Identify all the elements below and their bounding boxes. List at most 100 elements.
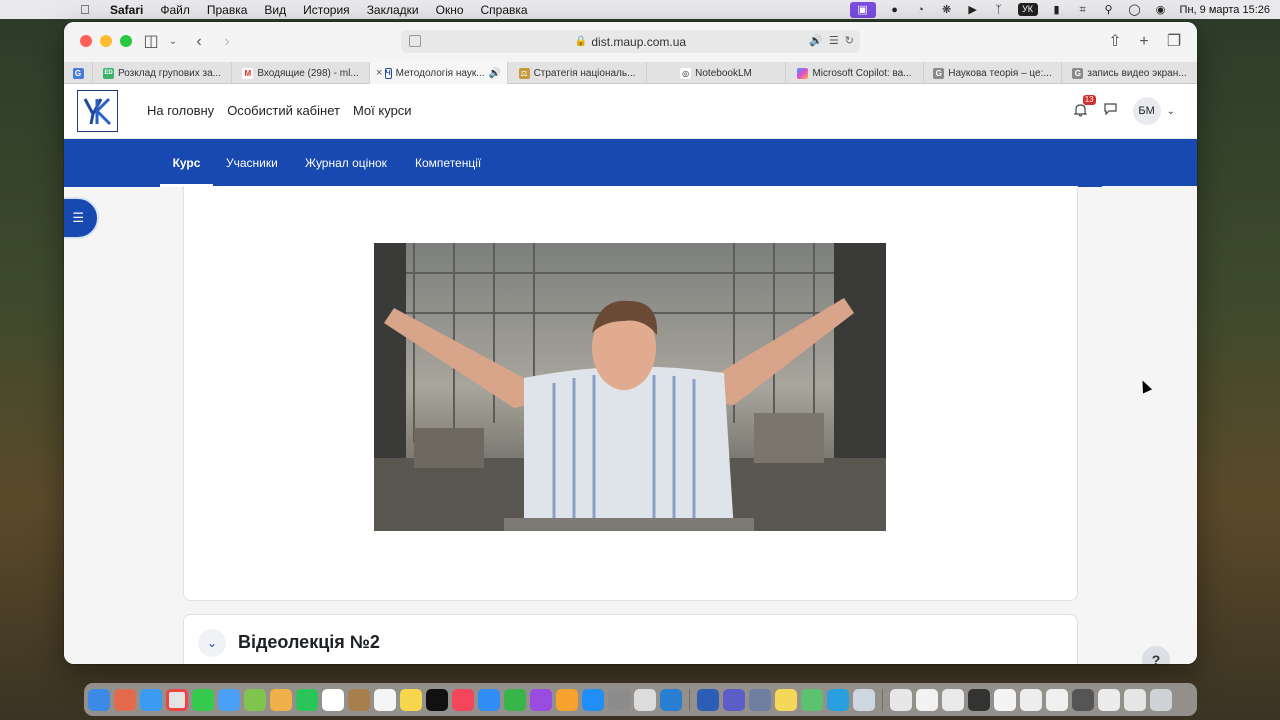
trash-icon[interactable]: [1150, 688, 1172, 711]
recent-document-icon[interactable]: [1098, 688, 1120, 711]
messages-icon[interactable]: [1103, 103, 1119, 119]
user-avatar[interactable]: БМ: [1132, 97, 1161, 125]
close-tab-icon[interactable]: ×: [376, 67, 382, 79]
course-tab-competencies[interactable]: Компетенції: [415, 139, 481, 187]
numbers-icon[interactable]: [504, 688, 526, 711]
screen-mirroring-icon[interactable]: ▣: [849, 1, 876, 18]
menubar-datetime[interactable]: Пн, 9 марта 15:26: [1180, 4, 1270, 16]
course-tab-participants[interactable]: Учасники: [226, 139, 278, 187]
minimize-window-button[interactable]: [100, 35, 112, 47]
photos-icon[interactable]: [270, 688, 292, 711]
calendar-icon[interactable]: [322, 688, 344, 711]
recent-document-icon[interactable]: [994, 688, 1016, 711]
quicktime-icon[interactable]: [853, 688, 875, 711]
menu-help[interactable]: Справка: [481, 3, 528, 17]
telegram-icon[interactable]: [827, 688, 849, 711]
nav-my-courses-link[interactable]: Мої курси: [353, 103, 412, 118]
recent-document-icon[interactable]: [1046, 688, 1068, 711]
university-logo[interactable]: [77, 90, 118, 132]
sidebar-toggle-icon[interactable]: ◫: [140, 32, 162, 52]
nav-home-link[interactable]: На головну: [147, 103, 214, 118]
system-monitor-icon[interactable]: ◔: [914, 4, 928, 16]
sidebar-chevron-down-icon[interactable]: ⌄: [162, 32, 184, 52]
user-menu-chevron-down-icon[interactable]: ⌄: [1167, 106, 1175, 117]
notes-icon[interactable]: [400, 688, 422, 711]
script-editor-icon[interactable]: [634, 688, 656, 711]
spotlight-search-icon[interactable]: ⚲: [1102, 4, 1116, 16]
extensions-icon[interactable]: ❋: [940, 4, 954, 16]
translate-icon[interactable]: ☰: [829, 34, 839, 47]
recent-document-icon[interactable]: [1072, 688, 1094, 711]
launchpad-icon[interactable]: [114, 688, 136, 711]
siri-icon[interactable]: ◉: [1154, 4, 1168, 16]
messages-icon[interactable]: [192, 688, 214, 711]
word-icon[interactable]: [697, 688, 719, 711]
menu-window[interactable]: Окно: [436, 3, 464, 17]
battery-icon[interactable]: ▮: [1050, 4, 1064, 16]
course-index-drawer-button[interactable]: ☰: [64, 197, 99, 239]
keyboard-layout-indicator[interactable]: УК: [1017, 3, 1038, 16]
share-icon[interactable]: ⇧: [1104, 32, 1126, 52]
tab-methodology-active[interactable]: × Ч Методологія наук... 🔊: [369, 62, 507, 84]
audio-playing-icon[interactable]: 🔊: [809, 34, 823, 47]
tips-icon[interactable]: [775, 688, 797, 711]
forward-button[interactable]: ›: [216, 32, 238, 52]
vscode-icon[interactable]: [660, 688, 682, 711]
tab-scientific-theory[interactable]: G Наукова теорія – це:...: [923, 62, 1061, 84]
recent-document-icon[interactable]: [1124, 688, 1146, 711]
reminders-icon[interactable]: [374, 688, 396, 711]
nav-dashboard-link[interactable]: Особистий кабінет: [227, 103, 340, 118]
mail-icon[interactable]: [218, 688, 240, 711]
address-bar[interactable]: 🔒 dist.maup.com.ua 🔊 ☰ ↻: [401, 30, 860, 53]
menu-view[interactable]: Вид: [264, 3, 286, 17]
facetime-icon[interactable]: [296, 688, 318, 711]
record-icon[interactable]: ●: [888, 4, 902, 16]
recent-document-icon[interactable]: [1020, 688, 1042, 711]
bluetooth-icon[interactable]: ᛉ: [992, 4, 1006, 16]
recent-document-icon[interactable]: [968, 688, 990, 711]
music-icon[interactable]: [452, 688, 474, 711]
tab-gmail[interactable]: M Входящие (298) - ml...: [231, 62, 369, 84]
notifications-bell-icon[interactable]: 13: [1073, 95, 1096, 119]
menu-file[interactable]: Файл: [160, 3, 190, 17]
tab-copilot[interactable]: Microsoft Copilot: ва...: [785, 62, 923, 84]
tab-notebooklm[interactable]: ◎ NotebookLM: [646, 62, 785, 84]
tab-group-icon[interactable]: G: [64, 62, 92, 84]
section-title[interactable]: Відеолекція №2: [238, 632, 380, 653]
recent-document-icon[interactable]: [916, 688, 938, 711]
play-icon[interactable]: ▶: [966, 4, 980, 16]
menu-app-name[interactable]: Safari: [110, 3, 143, 17]
contacts-icon[interactable]: [348, 688, 370, 711]
section-collapse-chevron-icon[interactable]: ⌄: [198, 629, 226, 657]
tab-audio-icon[interactable]: 🔊: [489, 68, 501, 79]
tab-schedule[interactable]: ED Розклад групових за...: [92, 62, 231, 84]
safari-icon[interactable]: [140, 688, 162, 711]
course-tab-grades[interactable]: Журнал оцінок: [305, 139, 387, 187]
course-tab-course[interactable]: Курс: [160, 139, 213, 187]
app-store-icon[interactable]: [582, 688, 604, 711]
tab-screen-recording[interactable]: G запись видео экран...: [1061, 62, 1197, 84]
podcasts-icon[interactable]: [530, 688, 552, 711]
lecture-video-player[interactable]: [374, 243, 886, 531]
finder-icon[interactable]: [88, 688, 110, 711]
page-menu-icon[interactable]: [409, 35, 421, 47]
menu-bookmarks[interactable]: Закладки: [367, 3, 419, 17]
wifi-icon[interactable]: ⌗: [1076, 4, 1090, 16]
tab-overview-icon[interactable]: ❐: [1163, 32, 1185, 52]
close-window-button[interactable]: [80, 35, 92, 47]
apple-menu-icon[interactable]: : [80, 2, 94, 17]
apple-tv-icon[interactable]: [426, 688, 448, 711]
reload-icon[interactable]: ↻: [845, 34, 854, 47]
utility-icon[interactable]: [801, 688, 823, 711]
chrome-icon[interactable]: [166, 688, 188, 711]
keynote-icon[interactable]: [478, 688, 500, 711]
recent-document-icon[interactable]: [890, 688, 912, 711]
maps-icon[interactable]: [244, 688, 266, 711]
back-button[interactable]: ‹: [188, 32, 210, 52]
menu-edit[interactable]: Правка: [207, 3, 248, 17]
preview-icon[interactable]: [749, 688, 771, 711]
pages-icon[interactable]: [556, 688, 578, 711]
system-settings-icon[interactable]: [608, 688, 630, 711]
teams-icon[interactable]: [723, 688, 745, 711]
menu-history[interactable]: История: [303, 3, 350, 17]
